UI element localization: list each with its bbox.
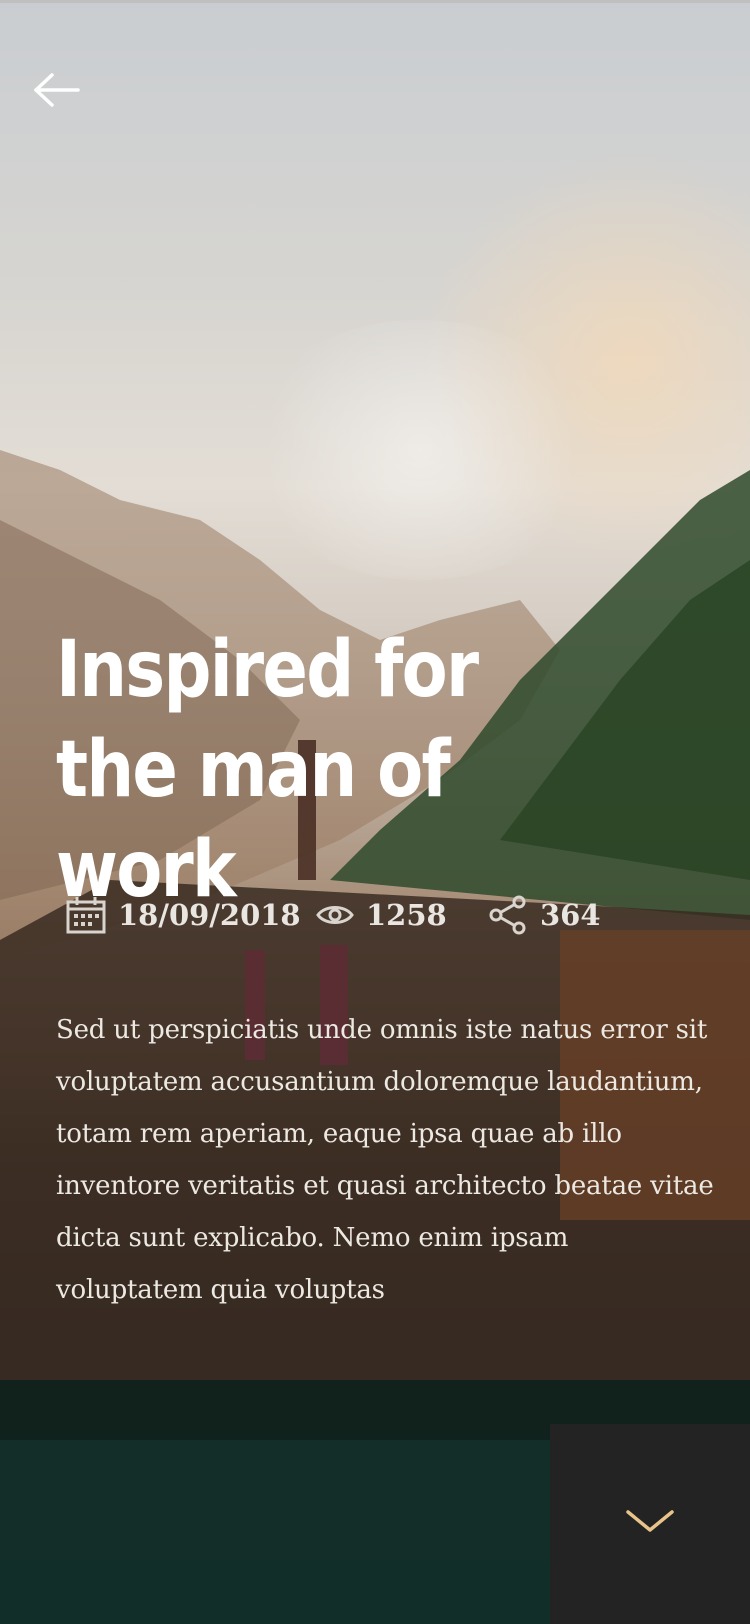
status-top-line xyxy=(0,0,750,3)
meta-views: 1258 xyxy=(316,898,488,932)
meta-shares-text: 364 xyxy=(540,898,601,932)
meta-date: 18/09/2018 xyxy=(66,896,321,934)
article-title: Inspired for the man of work xyxy=(56,620,606,920)
chevron-down-icon xyxy=(625,1508,675,1540)
meta-views-text: 1258 xyxy=(366,898,447,932)
title-line-1: Inspired for xyxy=(56,625,479,715)
article-body: Sed ut perspiciatis unde omnis iste natu… xyxy=(56,1015,714,1305)
article-screen: Inspired for the man of work 18/09/2018 … xyxy=(0,0,750,1624)
eye-icon xyxy=(316,901,354,929)
hero-cloud-soft xyxy=(240,320,600,580)
share-icon xyxy=(488,895,528,935)
calendar-icon xyxy=(66,896,106,934)
arrow-left-icon xyxy=(34,72,80,112)
back-button[interactable] xyxy=(32,70,82,114)
article-meta: 18/09/2018 1258 364 xyxy=(66,890,601,940)
meta-shares[interactable]: 364 xyxy=(488,895,601,935)
scroll-down-button[interactable] xyxy=(550,1424,750,1624)
meta-date-text: 18/09/2018 xyxy=(118,898,301,932)
